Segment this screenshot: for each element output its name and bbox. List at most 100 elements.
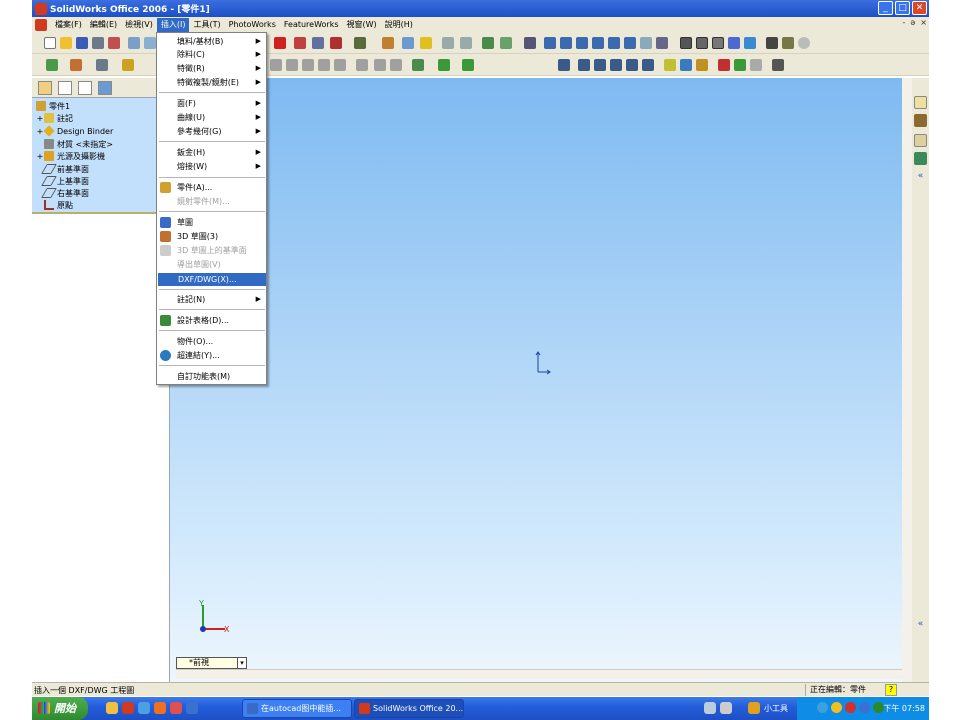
photoworks-icon[interactable] [696,59,708,71]
help-icon[interactable] [420,37,432,49]
note-icon[interactable] [402,37,414,49]
grid-icon[interactable] [312,37,324,49]
select-icon[interactable] [524,37,536,49]
doc-close-button[interactable]: × [920,18,927,27]
quicklaunch-firefox-icon[interactable] [170,702,182,714]
realview-icon[interactable] [798,37,810,49]
draft-icon[interactable] [334,59,346,71]
menu-item-boss-base[interactable]: 填料/基材(B) ▶ [157,35,266,48]
clock[interactable]: 下午 07:58 [883,703,925,714]
hidden-lines-visible-icon[interactable] [696,37,708,49]
mass-properties-icon[interactable] [626,59,638,71]
feature-tree-tab-icon[interactable] [38,81,52,95]
hidden-lines-removed-icon[interactable] [712,37,724,49]
fillet-icon[interactable] [270,59,282,71]
new-file-icon[interactable] [44,37,56,49]
instant3d-icon[interactable] [482,37,494,49]
zoom-in-out-icon[interactable] [576,37,588,49]
tree-item-material[interactable]: 材質 <未指定> [36,138,113,150]
tree-item-design-binder[interactable]: + Design Binder [36,125,113,137]
graphics-area[interactable] [170,78,912,682]
configuration-tab-icon[interactable] [78,81,92,95]
wireframe-icon[interactable] [680,37,692,49]
table-icon[interactable] [594,59,606,71]
chamfer-icon[interactable] [286,59,298,71]
orientation-icon[interactable] [640,37,652,49]
zoom-selection-icon[interactable] [592,37,604,49]
tree-item-right-plane[interactable]: 右基準面 [36,187,89,199]
instant-3d-icon[interactable] [462,59,474,71]
input-method-icon[interactable] [720,702,732,714]
rebuild-icon[interactable] [274,37,286,49]
start-button[interactable]: 開始 [32,697,88,720]
sketch-toolbar-icon[interactable] [354,37,366,49]
expand-icon[interactable]: + [36,114,44,123]
view-tab-dropdown-icon[interactable]: ▾ [237,657,247,669]
tangent-icon[interactable] [500,37,512,49]
shadows-icon[interactable] [766,37,778,49]
home-icon[interactable] [914,96,927,109]
menu-item-cut[interactable]: 除料(C) ▶ [157,48,266,61]
menu-item-reference-geometry[interactable]: 參考幾何(G) ▶ [157,125,266,138]
section-properties-icon[interactable] [642,59,654,71]
network-icon[interactable] [817,702,828,713]
mirror-dropdown-icon[interactable] [122,59,134,71]
menu-item-sketch[interactable]: 草圖 [157,216,266,229]
menu-item-3d-sketch[interactable]: 3D 草圖(3) [157,230,266,243]
menu-tools[interactable]: 工具(T) [189,18,224,32]
task-button-word[interactable]: 在autocad图中能插... [242,699,352,718]
security-icon[interactable] [831,702,842,713]
section-view-icon[interactable] [782,37,794,49]
volume-icon[interactable] [859,702,870,713]
quicklaunch-media-icon[interactable] [154,702,166,714]
smart-dimension-icon[interactable] [382,37,394,49]
menu-item-face[interactable]: 面(F) ▶ [157,97,266,110]
expand-icon[interactable]: + [36,152,44,161]
menu-item-design-table[interactable]: 設計表格(D)... [157,314,266,327]
options-icon[interactable] [294,37,306,49]
document-icon[interactable] [35,18,47,31]
curves-icon[interactable] [438,59,450,71]
gadgets-label[interactable]: 小工具 [764,703,788,714]
design-library-icon[interactable] [914,114,927,127]
minimize-button[interactable]: _ [878,1,893,15]
design-library-icon[interactable] [750,59,762,71]
quicklaunch-desktop-icon[interactable] [186,702,198,714]
gadgets-icon[interactable] [748,702,760,714]
snap-icon[interactable] [442,37,454,49]
properties-icon[interactable] [772,59,784,71]
shaded-edges-icon[interactable] [728,37,740,49]
print-icon[interactable] [92,37,104,49]
menu-item-hyperlink[interactable]: 超連結(Y)... [157,349,266,362]
save-icon[interactable] [76,37,88,49]
export-icon[interactable] [680,59,692,71]
quicklaunch-solidworks-icon[interactable] [122,702,134,714]
close-button[interactable]: ✕ [912,1,927,15]
import-icon[interactable] [664,59,676,71]
menu-item-weldments[interactable]: 熔接(W) ▶ [157,160,266,173]
zoom-fit-icon[interactable] [544,37,556,49]
horizontal-scrollbar[interactable] [176,669,902,679]
tree-item-lights[interactable]: + 光源及攝影機 [36,150,105,162]
view-orientation-icon[interactable] [656,37,668,49]
menu-item-annotations[interactable]: 註記(N) ▶ [157,293,266,306]
menu-item-dxf-dwg[interactable]: DXF/DWG(X)... [158,273,266,286]
relations-icon[interactable] [460,37,472,49]
tree-item-origin[interactable]: 原點 [36,199,73,211]
update-icon[interactable] [873,702,884,713]
quicklaunch-ie-icon[interactable] [106,702,118,714]
language-bar-icon[interactable] [704,702,716,714]
menu-featureworks[interactable]: FeatureWorks [280,18,343,32]
zoom-area-icon[interactable] [560,37,572,49]
menu-item-features[interactable]: 特徵(R) ▶ [157,62,266,75]
assembly-icon[interactable] [578,59,590,71]
drawing-icon[interactable] [558,59,570,71]
dimxpert-tab-icon[interactable] [98,81,112,95]
menu-help[interactable]: 說明(H) [381,18,417,32]
linear-pattern-icon[interactable] [356,59,368,71]
tree-item-annotations[interactable]: + 註記 [36,112,73,124]
shaded-icon[interactable] [744,37,756,49]
shell-icon[interactable] [302,59,314,71]
sketch-dropdown-icon[interactable] [46,59,58,71]
expand-task-pane-bottom-icon[interactable]: « [914,618,927,631]
